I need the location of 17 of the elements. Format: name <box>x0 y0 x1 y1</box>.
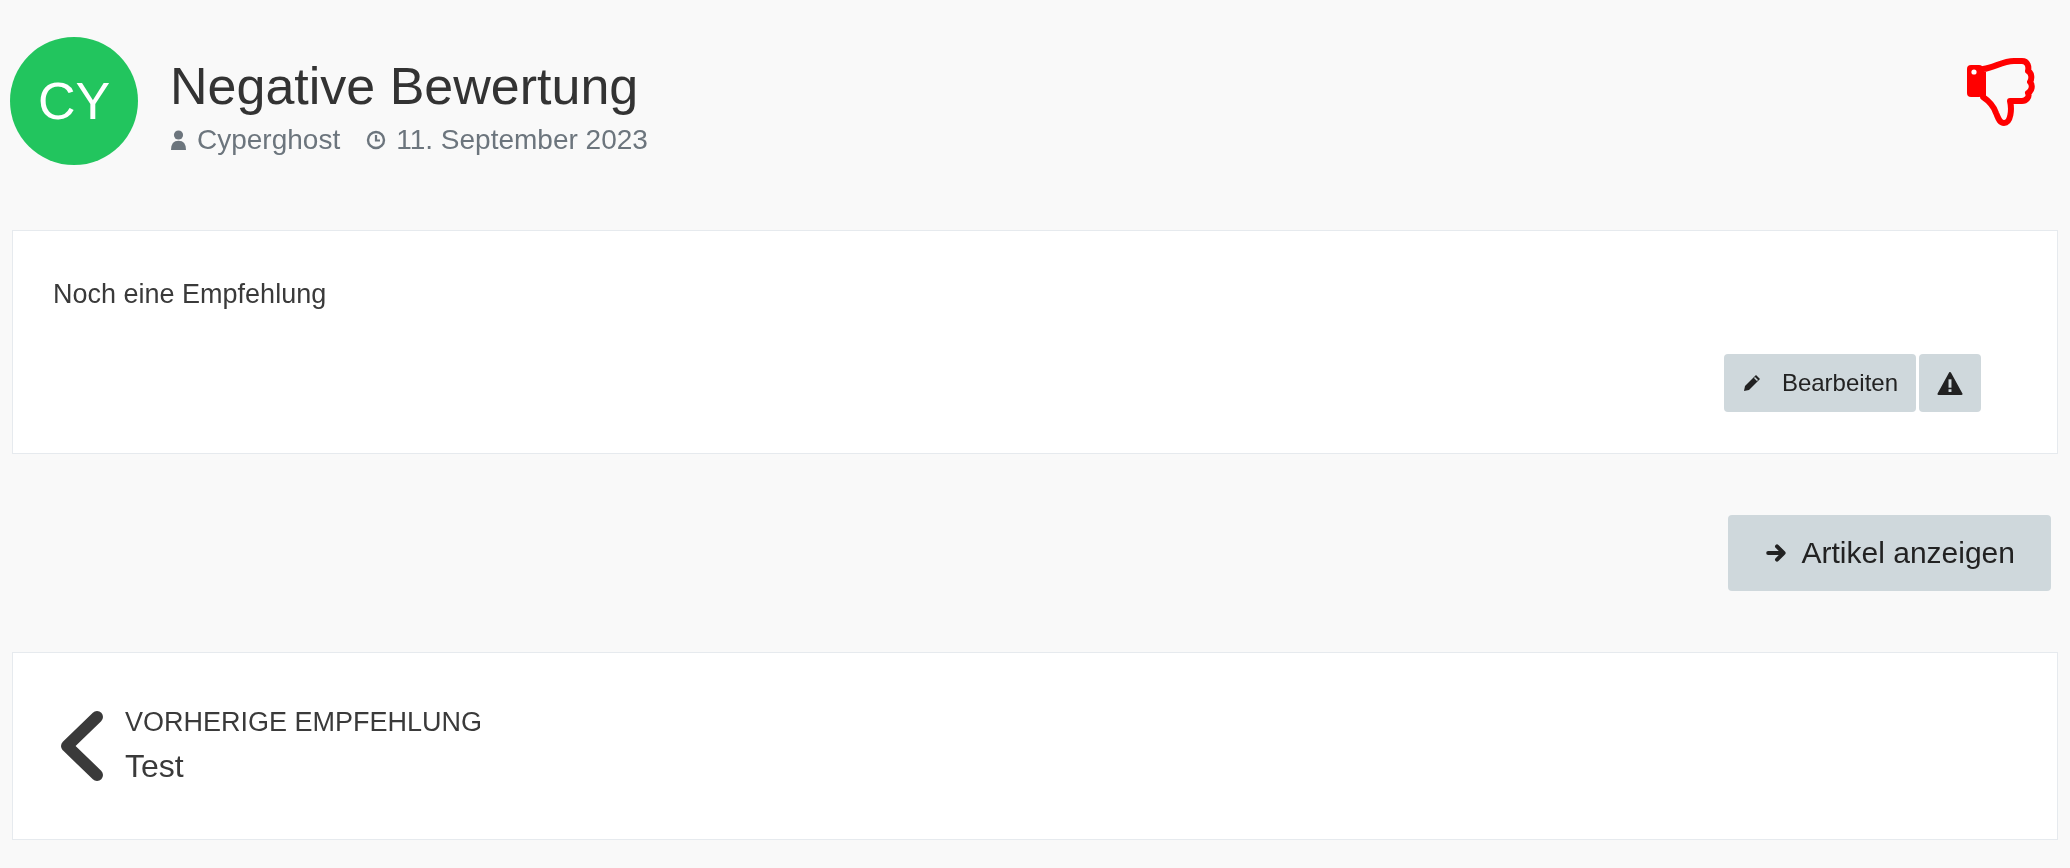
pencil-icon <box>1741 373 1762 393</box>
view-article-button[interactable]: Artikel anzeigen <box>1727 515 2051 591</box>
page-title: Negative Bewertung <box>170 56 640 117</box>
author-link[interactable]: Cyperghost <box>197 124 341 156</box>
user-icon <box>170 130 187 150</box>
clock-icon <box>366 130 387 150</box>
previous-title: Test <box>125 748 185 785</box>
avatar: CY <box>10 37 138 165</box>
report-button[interactable] <box>1919 354 1981 412</box>
previous-review-link[interactable]: VORHERIGE EMPFEHLUNG Test <box>12 652 2058 840</box>
chevron-left-icon <box>59 711 105 781</box>
edit-button[interactable]: Bearbeiten <box>1723 354 1916 412</box>
previous-label: VORHERIGE EMPFEHLUNG <box>125 707 483 738</box>
arrow-right-icon <box>1765 542 1788 564</box>
date-text: 11. September 2023 <box>396 124 648 156</box>
warning-icon <box>1937 371 1963 395</box>
review-text: Noch eine Empfehlung <box>53 279 328 310</box>
